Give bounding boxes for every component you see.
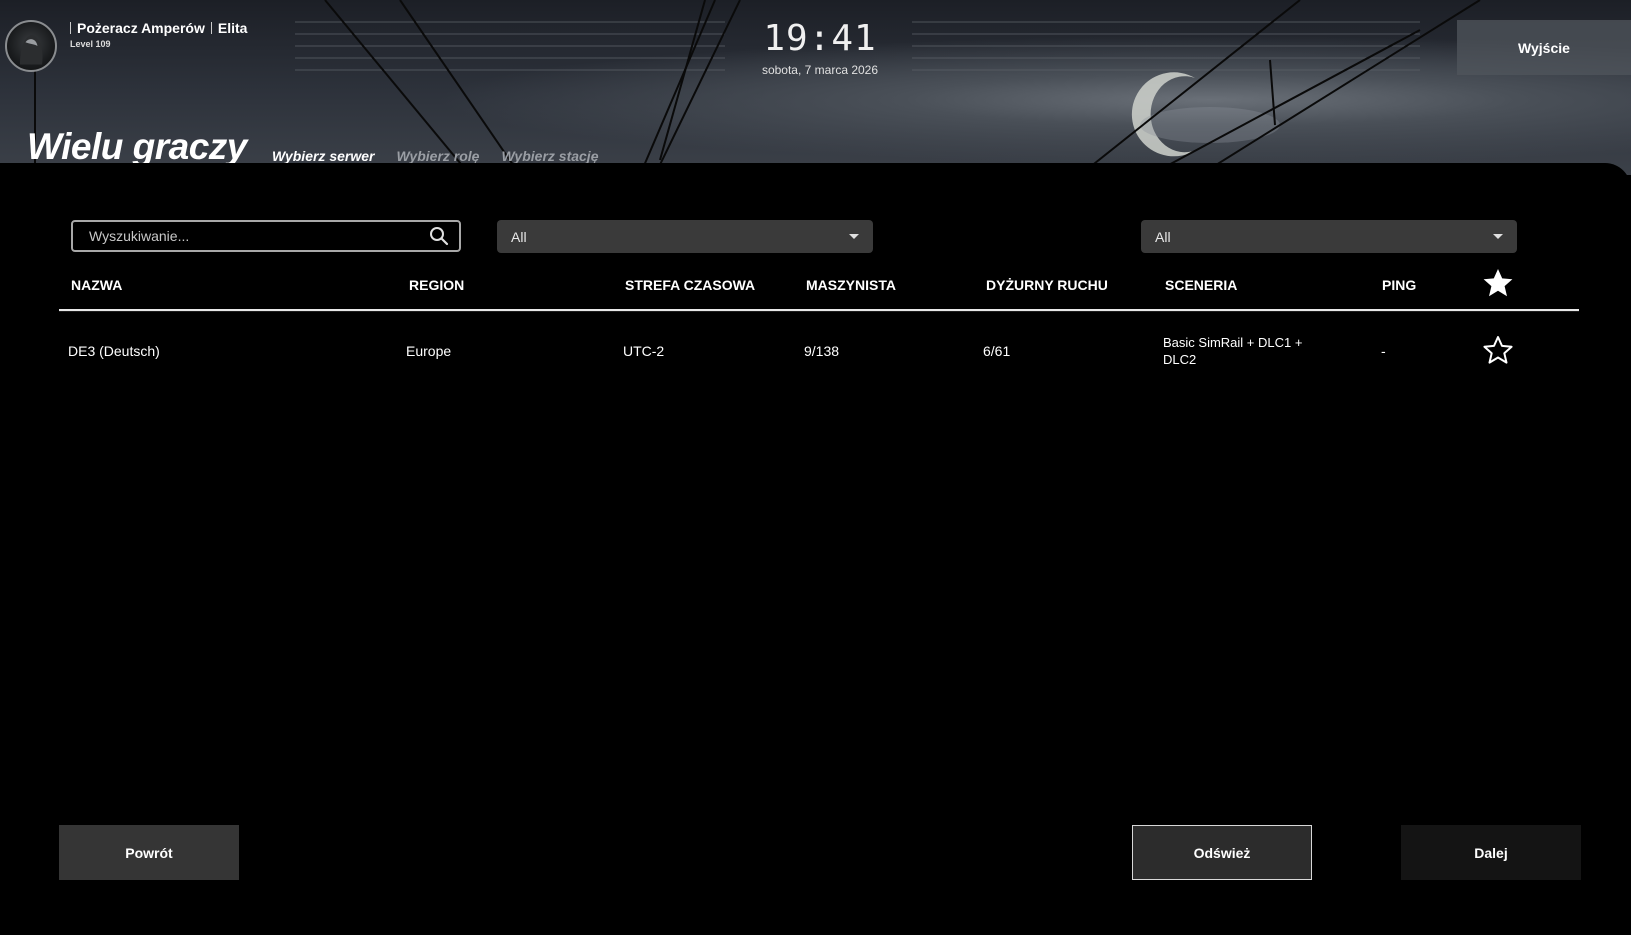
- step-select-station[interactable]: Wybierz stację: [501, 148, 598, 164]
- region-select-value: All: [511, 228, 527, 245]
- column-header-region[interactable]: REGION: [409, 277, 464, 293]
- scenery-select-value: All: [1155, 228, 1171, 245]
- column-header-ping[interactable]: PING: [1382, 277, 1416, 293]
- column-header-scenery[interactable]: SCENERIA: [1165, 277, 1237, 293]
- chevron-down-icon: [1493, 234, 1503, 239]
- avatar[interactable]: [5, 20, 57, 72]
- row-timezone: UTC-2: [623, 343, 665, 359]
- row-dispatchers: 6/61: [983, 343, 1011, 359]
- player-name: Pożeracz Amperów: [77, 20, 205, 36]
- back-button[interactable]: Powrót: [59, 825, 239, 880]
- scenery-select[interactable]: All: [1141, 220, 1517, 253]
- row-drivers: 9/138: [804, 343, 840, 359]
- column-header-timezone[interactable]: STREFA CZASOWA: [625, 277, 755, 293]
- row-region: Europe: [406, 343, 452, 359]
- search-input[interactable]: [87, 227, 429, 245]
- column-header-name[interactable]: NAZWA: [71, 277, 122, 293]
- table-header-divider-shadow: [59, 311, 1579, 312]
- star-filled-icon[interactable]: [1482, 267, 1514, 299]
- player-rank: Elita: [217, 20, 248, 36]
- column-header-driver[interactable]: MASZYNISTA: [806, 277, 896, 293]
- separator: [210, 22, 212, 34]
- player-level: Level 109: [70, 39, 111, 49]
- clock-date: sobota, 7 marca 2026: [761, 63, 879, 77]
- chevron-down-icon: [849, 234, 859, 239]
- clock-time: 19:41: [763, 18, 877, 59]
- page-title: Wielu graczy: [27, 126, 247, 167]
- step-select-role[interactable]: Wybierz rolę: [396, 148, 479, 164]
- table-row[interactable]: DE3 (Deutsch) Europe UTC-2 9/138 6/61 Ba…: [59, 318, 1579, 384]
- search-box[interactable]: [71, 220, 461, 252]
- player-info: Pożeracz Amperów Elita: [70, 20, 247, 36]
- region-select[interactable]: All: [497, 220, 873, 253]
- star-outline-icon[interactable]: [1482, 334, 1514, 366]
- row-server-name: DE3 (Deutsch): [68, 343, 160, 359]
- exit-button[interactable]: Wyjście: [1457, 20, 1631, 75]
- avatar-image: [19, 34, 43, 65]
- separator: [70, 22, 71, 34]
- refresh-button[interactable]: Odśwież: [1132, 825, 1312, 880]
- column-header-dispatcher[interactable]: DYŻURNY RUCHU: [986, 277, 1108, 293]
- search-icon[interactable]: [429, 226, 449, 246]
- top-banner: Pożeracz Amperów Elita Level 109 19:41 s…: [0, 0, 1631, 175]
- step-nav: Wybierz serwer Wybierz rolę Wybierz stac…: [272, 148, 598, 164]
- next-button[interactable]: Dalej: [1401, 825, 1581, 880]
- step-select-server[interactable]: Wybierz serwer: [272, 148, 374, 164]
- row-scenery: Basic SimRail + DLC1 + DLC2: [1163, 335, 1303, 367]
- row-ping: -: [1381, 343, 1386, 359]
